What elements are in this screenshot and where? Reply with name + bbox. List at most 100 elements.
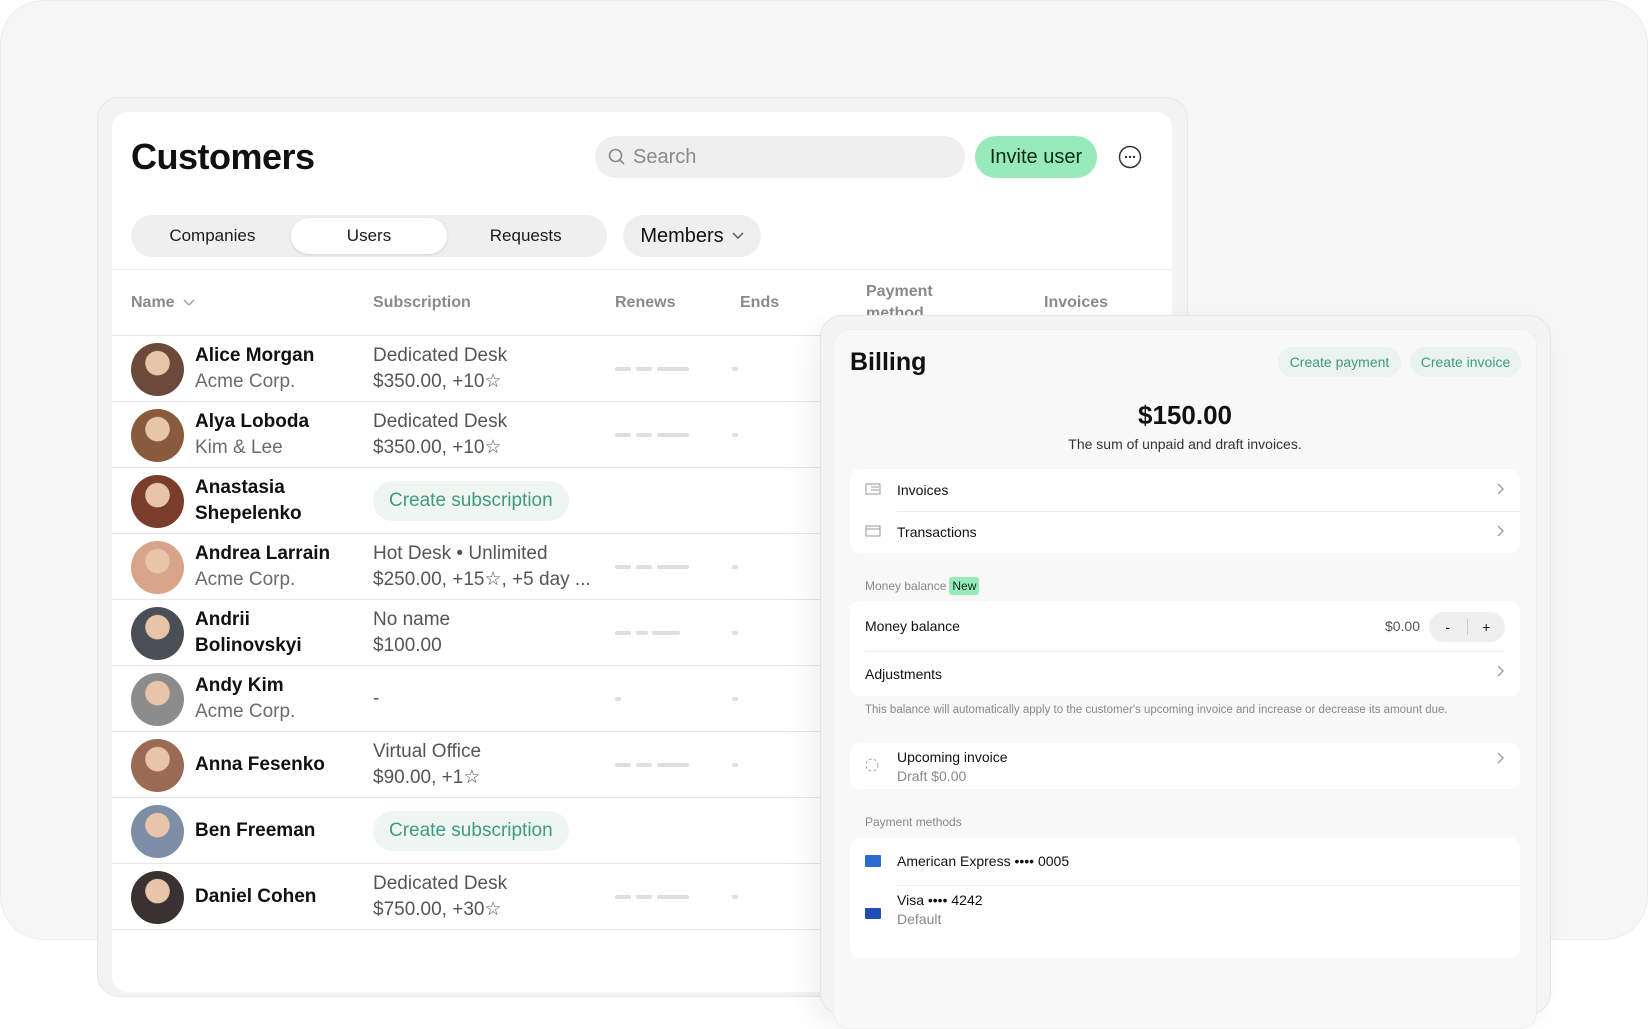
subscription-cell: No name$100.00 <box>373 600 450 666</box>
increase-button[interactable]: + <box>1468 619 1506 635</box>
subscription-price: $350.00, +10☆ <box>373 435 507 461</box>
subscription-plan: Hot Desk • Unlimited <box>373 541 591 567</box>
renews-placeholder <box>615 565 631 569</box>
balance-note: This balance will automatically apply to… <box>865 704 1448 716</box>
renews-placeholder <box>615 895 631 899</box>
name-cell: Alice MorganAcme Corp. <box>195 336 355 402</box>
renews-placeholder <box>657 367 689 371</box>
ends-placeholder <box>732 565 738 569</box>
renews-placeholder <box>636 565 652 569</box>
renews-placeholder <box>615 367 631 371</box>
renews-placeholder <box>657 433 689 437</box>
name-cell: Andrii Bolinovskyi <box>195 600 355 666</box>
company-name: Acme Corp. <box>195 699 355 725</box>
tab-users[interactable]: Users <box>291 218 448 254</box>
members-filter-dropdown[interactable]: Members <box>623 215 761 257</box>
name-cell: Andy KimAcme Corp. <box>195 666 355 732</box>
avatar <box>131 607 184 660</box>
search-input[interactable]: Search <box>595 136 965 178</box>
new-badge: New <box>949 577 979 595</box>
subscription-price: $750.00, +30☆ <box>373 897 507 923</box>
card-icon <box>865 524 881 538</box>
subscription-price: $90.00, +1☆ <box>373 765 481 791</box>
column-name-label: Name <box>131 294 175 312</box>
chevron-down-icon <box>183 299 195 307</box>
draft-circle-icon <box>865 758 879 772</box>
ends-placeholder <box>732 631 738 635</box>
avatar <box>131 871 184 924</box>
subscription-plan: Dedicated Desk <box>373 871 507 897</box>
balance-amount: $150.00 <box>834 400 1536 431</box>
ends-placeholder <box>732 367 738 371</box>
money-section-label: Money balance <box>865 579 946 593</box>
invoices-link[interactable]: Invoices <box>850 469 1520 511</box>
search-placeholder: Search <box>633 146 696 169</box>
subscription-cell: Virtual Office$90.00, +1☆ <box>373 732 481 798</box>
upcoming-invoice-title: Upcoming invoice <box>897 749 1008 765</box>
column-header-renews[interactable]: Renews <box>615 294 675 312</box>
chevron-right-icon <box>1496 483 1504 495</box>
create-payment-button[interactable]: Create payment <box>1278 347 1401 377</box>
customer-name[interactable]: Andrea Larrain <box>195 541 355 567</box>
customer-name[interactable]: Alice Morgan <box>195 343 355 369</box>
renews-placeholder <box>657 895 689 899</box>
company-name: Acme Corp. <box>195 567 355 593</box>
money-balance-row: Money balance $0.00 - + <box>850 601 1520 651</box>
renews-placeholder <box>615 697 621 701</box>
amex-card-item[interactable]: American Express •••• 0005 <box>850 838 1520 885</box>
name-cell: Daniel Cohen <box>195 864 355 930</box>
renews-placeholder <box>615 631 631 635</box>
create-subscription-button[interactable]: Create subscription <box>373 811 569 851</box>
renews-placeholder <box>636 895 652 899</box>
name-cell: Anastasia Shepelenko <box>195 468 355 534</box>
billing-title: Billing <box>850 348 926 377</box>
column-header-subscription[interactable]: Subscription <box>373 294 471 312</box>
transactions-label: Transactions <box>897 524 977 540</box>
tab-requests[interactable]: Requests <box>447 218 604 254</box>
more-options-icon[interactable] <box>1118 145 1142 169</box>
transactions-link[interactable]: Transactions <box>850 511 1520 553</box>
visa-default-label: Default <box>897 911 941 927</box>
chevron-right-icon <box>1496 752 1504 764</box>
tab-companies[interactable]: Companies <box>134 218 291 254</box>
create-invoice-button[interactable]: Create invoice <box>1410 347 1521 377</box>
subscription-plan: Virtual Office <box>373 739 481 765</box>
chevron-right-icon <box>1496 525 1504 537</box>
visa-card-item[interactable]: Visa •••• 4242 Default <box>850 886 1520 936</box>
company-name: Kim & Lee <box>195 435 355 461</box>
invite-user-button[interactable]: Invite user <box>975 136 1097 178</box>
payment-methods-card: American Express •••• 0005 Visa •••• 424… <box>850 838 1520 958</box>
column-header-name[interactable]: Name <box>131 294 195 312</box>
customer-name[interactable]: Andrii Bolinovskyi <box>195 607 355 659</box>
subscription-plan: Dedicated Desk <box>373 343 507 369</box>
column-header-invoices[interactable]: Invoices <box>1044 294 1108 312</box>
column-header-ends[interactable]: Ends <box>740 294 779 312</box>
renews-placeholder <box>636 631 648 635</box>
customer-name[interactable]: Anna Fesenko <box>195 752 355 778</box>
decrease-button[interactable]: - <box>1429 619 1467 635</box>
balance-caption: The sum of unpaid and draft invoices. <box>834 436 1536 452</box>
customer-name[interactable]: Ben Freeman <box>195 818 355 844</box>
customer-name[interactable]: Daniel Cohen <box>195 884 355 910</box>
create-subscription-button[interactable]: Create subscription <box>373 481 569 521</box>
name-cell: Alya LobodaKim & Lee <box>195 402 355 468</box>
ends-placeholder <box>732 433 738 437</box>
upcoming-invoice-link[interactable]: Upcoming invoice Draft $0.00 <box>850 743 1520 789</box>
money-balance-section: Money balanceNew <box>850 577 979 595</box>
avatar <box>131 805 184 858</box>
adjustments-link[interactable]: Adjustments <box>850 651 1520 696</box>
customer-name[interactable]: Andy Kim <box>195 673 355 699</box>
balance-stepper: - + <box>1429 612 1505 642</box>
subscription-cell: - <box>373 666 379 732</box>
avatar <box>131 409 184 462</box>
avatar <box>131 343 184 396</box>
ends-placeholder <box>732 763 738 767</box>
renews-placeholder <box>615 763 631 767</box>
customer-name[interactable]: Anastasia Shepelenko <box>195 475 355 527</box>
payment-methods-label: Payment methods <box>865 815 962 829</box>
ends-placeholder <box>732 895 738 899</box>
divider <box>112 269 1172 270</box>
invoice-icon <box>865 482 881 496</box>
customer-name[interactable]: Alya Loboda <box>195 409 355 435</box>
avatar <box>131 739 184 792</box>
